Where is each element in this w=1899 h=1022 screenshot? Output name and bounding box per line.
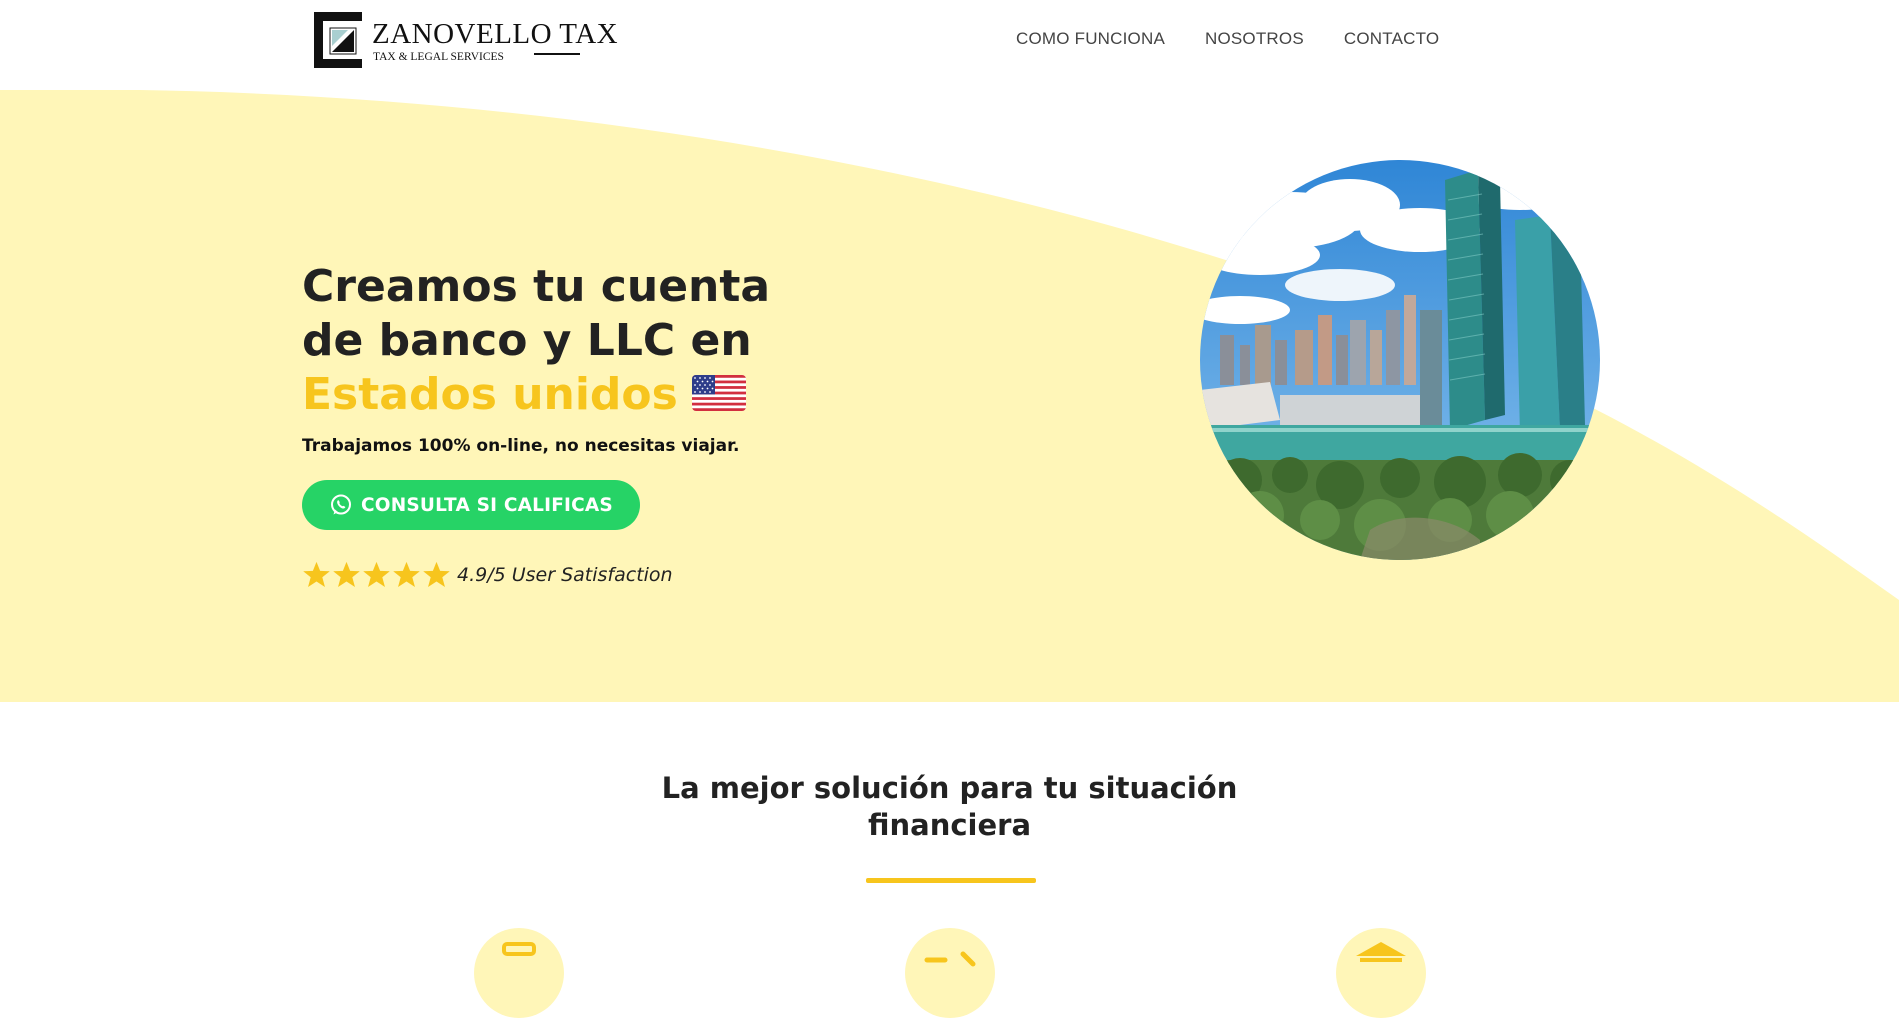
consulta-button-label: CONSULTA SI CALIFICAS bbox=[361, 494, 613, 516]
hero-section: Creamos tu cuenta de banco y LLC en Esta… bbox=[302, 260, 862, 589]
hero-title-line-2: de banco y LLC en bbox=[302, 315, 752, 366]
whatsapp-icon bbox=[331, 494, 351, 515]
nav-item-nosotros[interactable]: NOSOTROS bbox=[1205, 29, 1304, 49]
hero-subtitle: Trabajamos 100% on-line, no necesitas vi… bbox=[302, 436, 740, 456]
feature-bank-icon bbox=[1336, 928, 1426, 1018]
hero-title: Creamos tu cuenta de banco y LLC en Esta… bbox=[302, 260, 862, 422]
rating-stars bbox=[302, 560, 451, 589]
city-skyline-image bbox=[1200, 160, 1600, 560]
star-icon bbox=[423, 561, 450, 587]
section-divider bbox=[866, 878, 1036, 883]
brand-name: ZANOVELLO TAX bbox=[372, 18, 619, 50]
section-title-line-1: La mejor solución para tu situación bbox=[661, 771, 1238, 805]
star-icon bbox=[363, 561, 390, 587]
rating: 4.9/5 User Satisfaction bbox=[302, 560, 862, 589]
consulta-button[interactable]: CONSULTA SI CALIFICAS bbox=[302, 480, 640, 530]
section-title: La mejor solución para tu situación fina… bbox=[0, 770, 1899, 844]
us-flag-icon bbox=[691, 375, 746, 411]
site-header: ZANOVELLO TAX TAX & LEGAL SERVICES COMO … bbox=[0, 0, 1899, 90]
rating-text: 4.9/5 User Satisfaction bbox=[457, 563, 673, 586]
hero-title-accent: Estados unidos bbox=[302, 369, 678, 420]
nav-item-contacto[interactable]: CONTACTO bbox=[1344, 29, 1439, 49]
main-nav: COMO FUNCIONA NOSOTROS CONTACTO bbox=[1016, 29, 1439, 49]
logo-divider bbox=[534, 53, 580, 55]
section-title-line-2: financiera bbox=[867, 808, 1032, 842]
brand-tagline: TAX & LEGAL SERVICES bbox=[373, 51, 504, 63]
brand-logo[interactable]: ZANOVELLO TAX TAX & LEGAL SERVICES bbox=[314, 12, 618, 70]
star-icon bbox=[333, 561, 360, 587]
logo-mark-icon bbox=[314, 12, 362, 68]
hero-background bbox=[0, 89, 1899, 702]
nav-item-como-funciona[interactable]: COMO FUNCIONA bbox=[1016, 29, 1165, 49]
hero-title-line-1: Creamos tu cuenta bbox=[302, 261, 771, 312]
feature-card-icon bbox=[905, 928, 995, 1018]
star-icon bbox=[303, 561, 330, 587]
star-icon bbox=[393, 561, 420, 587]
feature-briefcase-icon bbox=[474, 928, 564, 1018]
